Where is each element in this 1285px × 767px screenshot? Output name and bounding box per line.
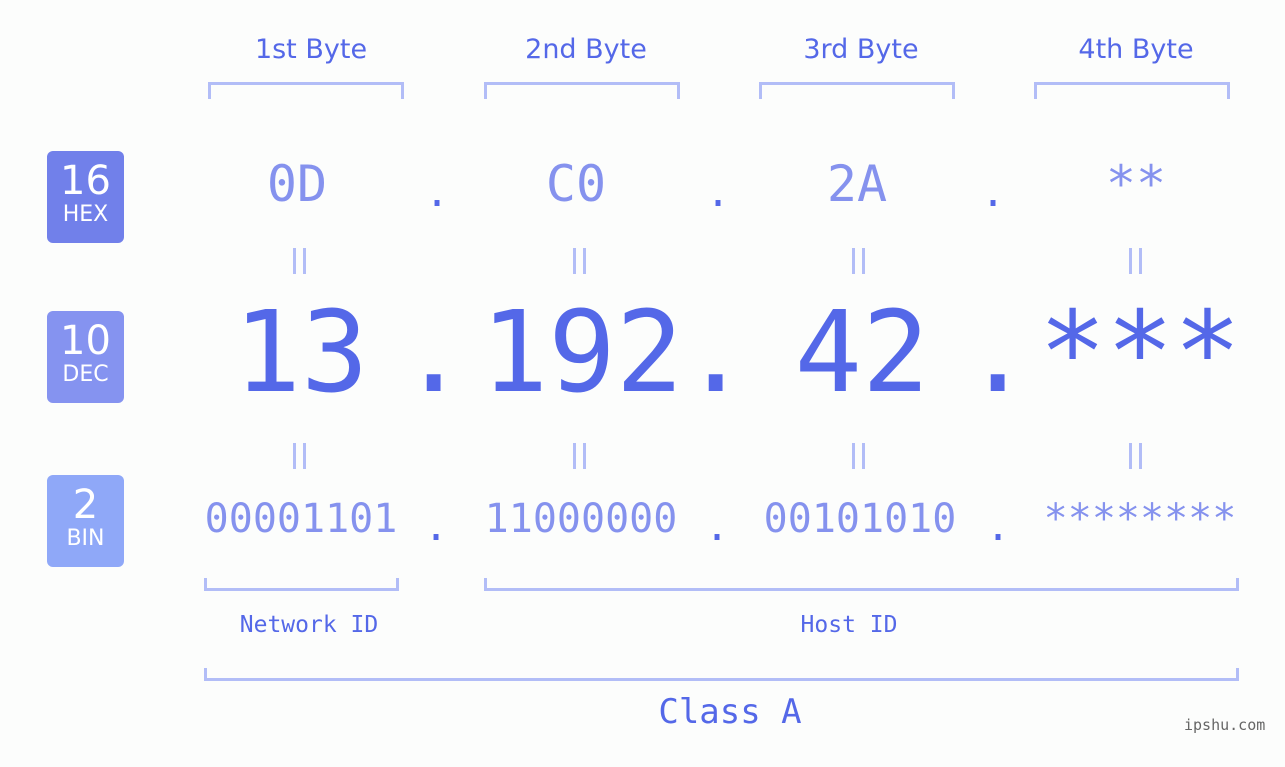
equals-mark <box>852 248 855 274</box>
hex-dot-1: . <box>425 170 450 216</box>
byte-header-2: 2nd Byte <box>525 34 647 65</box>
hex-badge: 16 HEX <box>47 151 124 243</box>
hex-byte-1: 0D <box>266 155 328 213</box>
bin-byte-3: 00101010 <box>763 496 957 542</box>
byte-header-1: 1st Byte <box>254 34 368 65</box>
byte-header-4: 4th Byte <box>1078 34 1194 65</box>
class-label: Class A <box>658 692 802 732</box>
equals-mark <box>583 248 586 274</box>
equals-mark <box>862 443 865 469</box>
equals-mark <box>1129 248 1132 274</box>
byte-header-3: 3rd Byte <box>803 34 919 65</box>
hex-dot-3: . <box>981 170 1006 216</box>
bin-dot-1: . <box>424 504 449 550</box>
dec-byte-2: 192 <box>480 288 684 418</box>
bin-badge-label: BIN <box>66 526 105 551</box>
equals-mark <box>1129 443 1132 469</box>
byte-bracket-4 <box>1034 82 1230 99</box>
equals-mark <box>583 443 586 469</box>
equals-mark <box>1139 248 1142 274</box>
hex-byte-4: ** <box>1105 155 1167 213</box>
host-id-label: Host ID <box>800 612 898 638</box>
hex-badge-number: 16 <box>60 158 111 204</box>
equals-mark <box>573 443 576 469</box>
equals-mark <box>1139 443 1142 469</box>
byte-bracket-1 <box>208 82 404 99</box>
network-id-label: Network ID <box>239 612 379 638</box>
hex-byte-2: C0 <box>545 155 607 213</box>
dec-byte-3: 42 <box>794 288 930 418</box>
equals-mark <box>852 443 855 469</box>
host-id-bracket <box>484 578 1239 591</box>
dec-badge: 10 DEC <box>47 311 124 403</box>
dec-byte-1: 13 <box>233 288 369 418</box>
bin-byte-4: ******** <box>1043 496 1237 542</box>
equals-mark <box>862 248 865 274</box>
dec-badge-number: 10 <box>60 318 111 364</box>
equals-mark <box>303 443 306 469</box>
network-id-bracket <box>204 578 399 591</box>
bin-badge: 2 BIN <box>47 475 124 567</box>
class-bracket <box>204 668 1239 681</box>
bin-byte-2: 11000000 <box>484 496 678 542</box>
equals-mark <box>293 248 296 274</box>
dec-badge-label: DEC <box>62 362 109 387</box>
dec-byte-4: *** <box>1038 288 1242 418</box>
watermark: ipshu.com <box>1184 716 1266 734</box>
byte-bracket-2 <box>484 82 680 99</box>
equals-mark <box>573 248 576 274</box>
hex-byte-3: 2A <box>826 155 888 213</box>
byte-bracket-3 <box>759 82 955 99</box>
hex-badge-label: HEX <box>62 202 109 227</box>
bin-dot-2: . <box>705 504 730 550</box>
bin-dot-3: . <box>986 504 1011 550</box>
bin-byte-1: 00001101 <box>204 496 398 542</box>
hex-dot-2: . <box>706 170 731 216</box>
bin-badge-number: 2 <box>72 482 99 528</box>
equals-mark <box>293 443 296 469</box>
equals-mark <box>303 248 306 274</box>
